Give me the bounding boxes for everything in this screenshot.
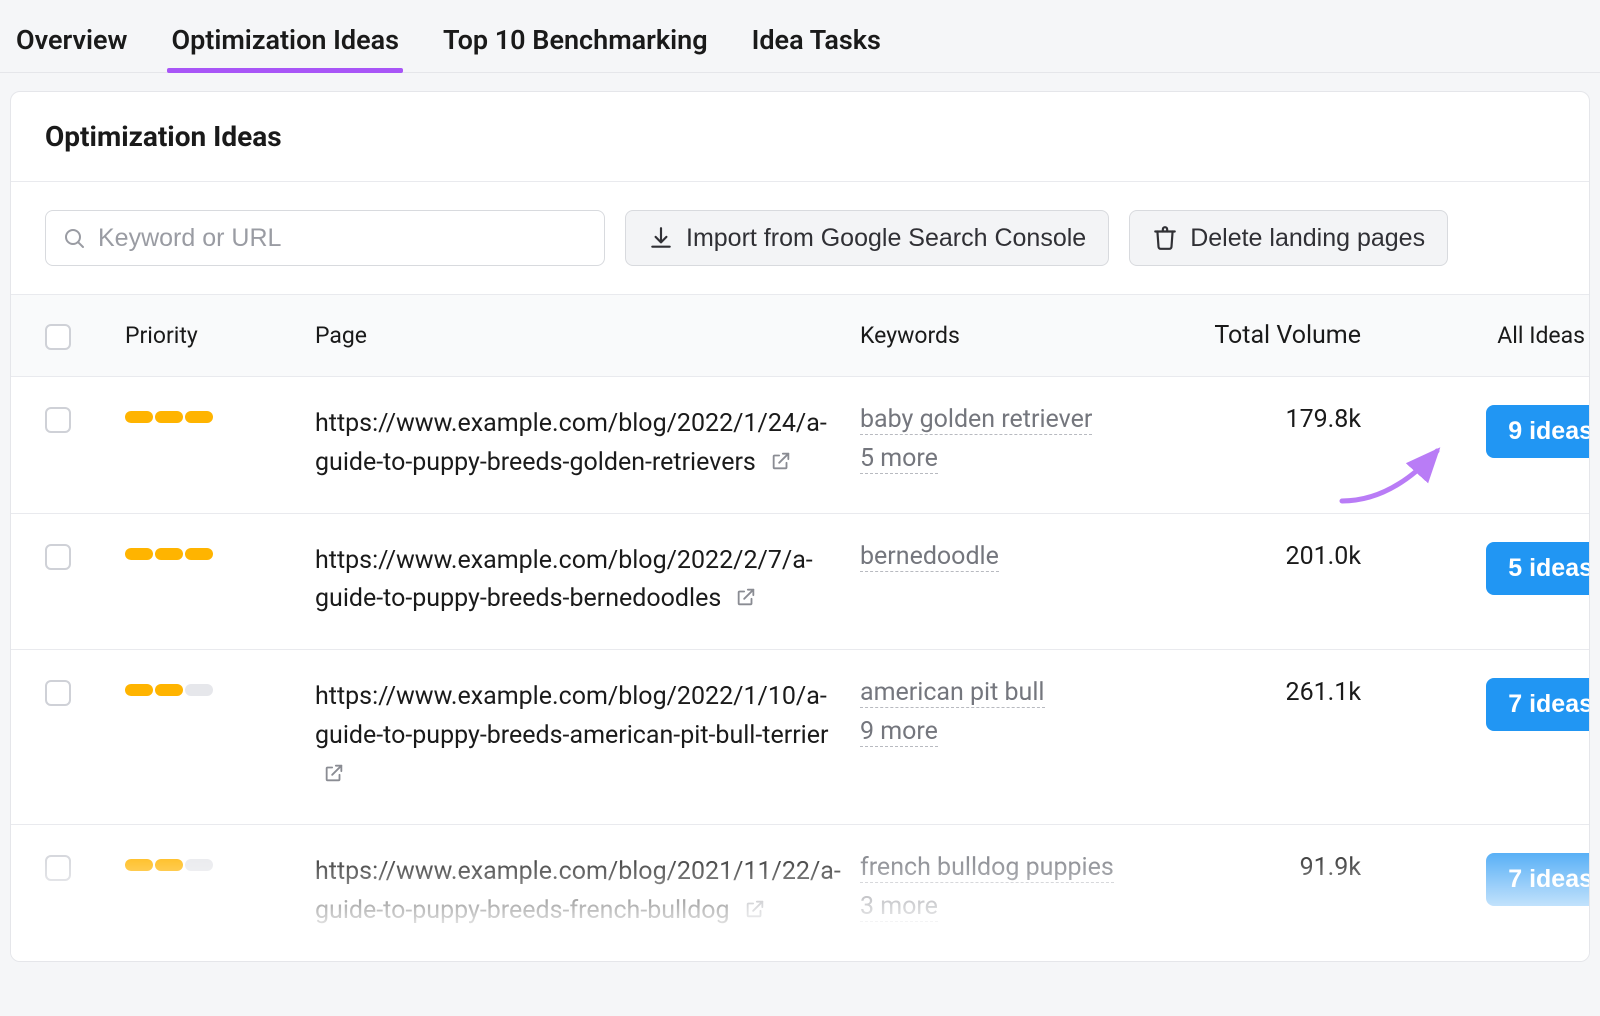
keyword-primary[interactable]: bernedoodle (860, 542, 999, 572)
total-volume-value: 179.8k (1185, 405, 1365, 434)
search-input-wrapper[interactable] (45, 210, 605, 266)
page-url[interactable]: https://www.example.com/blog/2022/2/7/a-… (315, 542, 860, 622)
row-checkbox[interactable] (45, 855, 71, 881)
tabbar: Overview Optimization Ideas Top 10 Bench… (0, 0, 1600, 73)
page-url[interactable]: https://www.example.com/blog/2022/1/24/a… (315, 405, 860, 485)
download-icon (648, 225, 674, 251)
page-url[interactable]: https://www.example.com/blog/2021/11/22/… (315, 853, 860, 933)
import-gsc-button[interactable]: Import from Google Search Console (625, 210, 1109, 266)
delete-pages-label: Delete landing pages (1190, 224, 1425, 253)
table-row: https://www.example.com/blog/2021/11/22/… (11, 825, 1589, 961)
priority-indicator (125, 859, 315, 871)
priority-indicator (125, 684, 315, 696)
callout-arrow-icon (1337, 441, 1457, 517)
search-icon (62, 226, 86, 250)
col-keywords: Keywords (860, 322, 1185, 349)
search-input[interactable] (98, 224, 588, 253)
tab-optimization-ideas[interactable]: Optimization Ideas (167, 16, 403, 72)
ideas-button[interactable]: 7 ideas (1486, 853, 1590, 906)
keyword-primary[interactable]: american pit bull (860, 678, 1045, 708)
keyword-primary[interactable]: baby golden retriever (860, 405, 1092, 435)
total-volume-value: 91.9k (1185, 853, 1365, 882)
priority-indicator (125, 548, 315, 560)
col-all-ideas-label: All Ideas (1497, 322, 1585, 349)
tab-idea-tasks[interactable]: Idea Tasks (748, 16, 885, 72)
ideas-button[interactable]: 9 ideas (1486, 405, 1590, 458)
col-total-volume: Total Volume (1185, 321, 1365, 350)
page-title: Optimization Ideas (11, 92, 1589, 182)
external-link-icon[interactable] (323, 758, 345, 797)
keyword-more[interactable]: 5 more (860, 444, 938, 474)
tab-top10-benchmarking[interactable]: Top 10 Benchmarking (439, 16, 712, 72)
tab-overview[interactable]: Overview (12, 16, 131, 72)
row-checkbox[interactable] (45, 407, 71, 433)
external-link-icon[interactable] (744, 894, 766, 933)
page-url[interactable]: https://www.example.com/blog/2022/1/10/a… (315, 678, 860, 796)
row-checkbox[interactable] (45, 544, 71, 570)
external-link-icon[interactable] (735, 582, 757, 621)
ideas-button[interactable]: 5 ideas (1486, 542, 1590, 595)
table-row: https://www.example.com/blog/2022/2/7/a-… (11, 514, 1589, 651)
col-priority: Priority (125, 322, 315, 349)
row-checkbox[interactable] (45, 680, 71, 706)
toolbar: Import from Google Search Console Delete… (11, 182, 1589, 294)
optimization-ideas-card: Optimization Ideas Import from Google Se… (10, 91, 1590, 962)
import-gsc-label: Import from Google Search Console (686, 224, 1086, 253)
table-row: https://www.example.com/blog/2022/1/24/a… (11, 377, 1589, 514)
col-page: Page (315, 322, 860, 349)
trash-icon (1152, 225, 1178, 251)
keyword-more[interactable]: 9 more (860, 717, 938, 747)
ideas-button[interactable]: 7 ideas (1486, 678, 1590, 731)
priority-indicator (125, 411, 315, 423)
table-body: https://www.example.com/blog/2022/1/24/a… (11, 377, 1589, 961)
keywords-cell: baby golden retriever 5 more (860, 405, 1185, 474)
keywords-cell: american pit bull 9 more (860, 678, 1185, 747)
col-all-ideas-dropdown[interactable]: All Ideas (1365, 322, 1590, 349)
table-row: https://www.example.com/blog/2022/1/10/a… (11, 650, 1589, 825)
table-header: Priority Page Keywords Total Volume All … (11, 294, 1589, 377)
keywords-cell: bernedoodle (860, 542, 1185, 571)
select-all-checkbox[interactable] (45, 324, 71, 350)
keyword-primary[interactable]: french bulldog puppies (860, 853, 1114, 883)
total-volume-value: 261.1k (1185, 678, 1365, 707)
total-volume-value: 201.0k (1185, 542, 1365, 571)
delete-pages-button[interactable]: Delete landing pages (1129, 210, 1448, 266)
external-link-icon[interactable] (770, 446, 792, 485)
keyword-more[interactable]: 3 more (860, 892, 938, 922)
keywords-cell: french bulldog puppies 3 more (860, 853, 1185, 922)
